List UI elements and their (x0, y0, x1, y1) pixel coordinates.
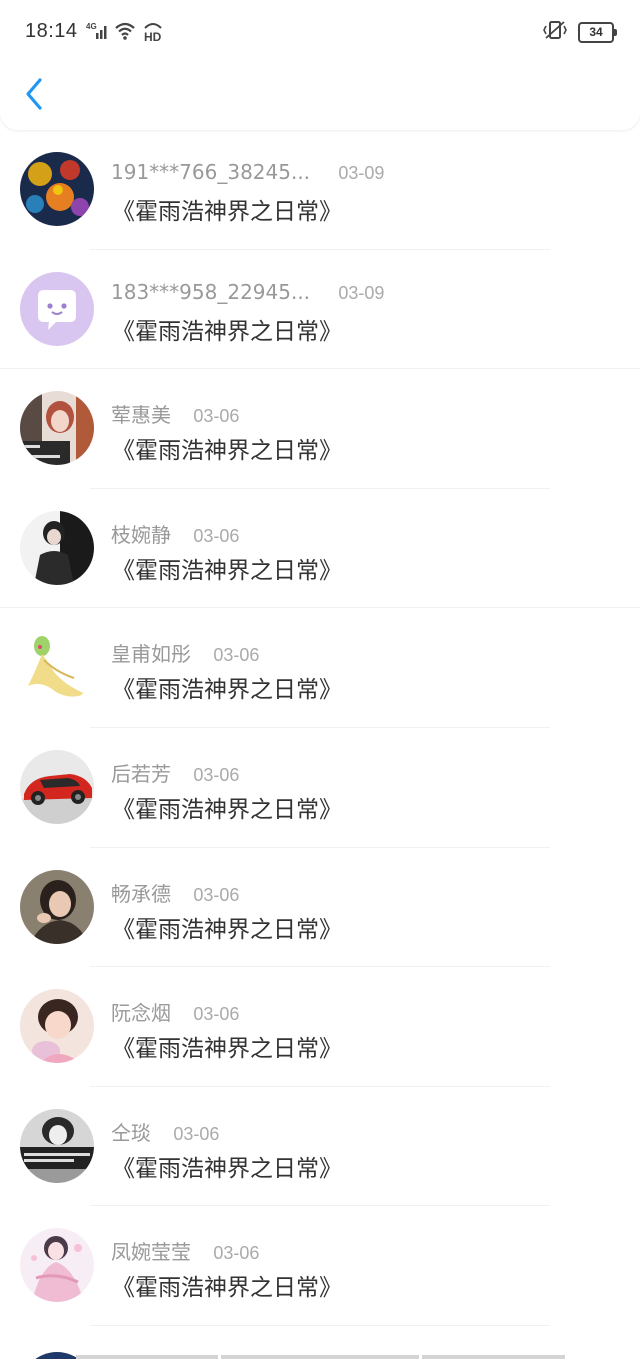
avatar[interactable] (20, 1108, 94, 1183)
avatar[interactable] (20, 391, 94, 466)
list-item[interactable]: 枝婉静 03-06 《霍雨浩神界之日常》 (0, 489, 640, 609)
user-name-line: 191***766_38245... 03-09 (111, 160, 384, 184)
user-name: 183***958_22945... (111, 279, 311, 304)
avatar[interactable] (20, 869, 94, 944)
comment-date: 03-06 (213, 645, 260, 666)
user-name-line: 荤惠美 03-06 (111, 399, 239, 428)
avatar[interactable] (20, 271, 94, 346)
list-item[interactable]: 凤婉莹莹 03-06 《霍雨浩神界之日常》 (0, 1206, 640, 1326)
book-title[interactable]: 《霍雨浩神界之日常》 (112, 670, 342, 704)
comment-date: 03-06 (193, 525, 240, 546)
user-name: 仝琰 (111, 1120, 151, 1145)
user-name-line: 皇甫如彤 03-06 (111, 638, 259, 667)
list-item[interactable]: 后若芳 03-06 《霍雨浩神界之日常》 (0, 728, 640, 848)
wifi-icon (114, 21, 136, 45)
avatar[interactable] (20, 630, 94, 705)
divider (90, 1324, 550, 1326)
avatar[interactable] (20, 152, 94, 226)
user-name: 荤惠美 (111, 403, 171, 428)
svg-text:4G: 4G (86, 22, 97, 31)
status-right-icons: 34 (542, 20, 617, 44)
next-item-peek (0, 1344, 640, 1363)
user-name-line: 183***958_22945... 03-09 (111, 280, 384, 304)
list-item[interactable]: 皇甫如彤 03-06 《霍雨浩神界之日常》 (0, 608, 640, 728)
status-left-icons: 4G HD (86, 20, 164, 46)
user-name-line: 阮念烟 03-06 (111, 997, 239, 1026)
comment-date: 03-09 (338, 163, 385, 183)
avatar[interactable] (20, 1228, 94, 1303)
user-name: 凤婉莹莹 (111, 1240, 191, 1265)
user-name-line: 枝婉静 03-06 (111, 519, 239, 548)
comment-date: 03-06 (213, 1243, 260, 1264)
chevron-left-icon (26, 78, 42, 110)
user-name-line: 凤婉莹莹 03-06 (111, 1236, 259, 1265)
user-name: 阮念烟 (111, 1001, 171, 1026)
user-name-line: 畅承德 03-06 (111, 878, 239, 907)
avatar[interactable] (20, 510, 94, 585)
book-title[interactable]: 《霍雨浩神界之日常》 (112, 910, 342, 944)
list-item[interactable]: 183***958_22945... 03-09 《霍雨浩神界之日常》 (0, 250, 640, 370)
hd-icon: HD (142, 20, 164, 46)
status-bar: 18:14 4G HD 34 (0, 0, 640, 64)
signal-icon: 4G (86, 21, 108, 45)
battery-icon: 34 (578, 21, 617, 43)
book-title[interactable]: 《霍雨浩神界之日常》 (112, 1029, 342, 1063)
top-bar: 18:14 4G HD 34 (0, 0, 640, 130)
book-title[interactable]: 《霍雨浩神界之日常》 (112, 1268, 342, 1302)
comment-date: 03-06 (173, 1123, 220, 1144)
user-name: 皇甫如彤 (111, 642, 191, 667)
vibrate-icon (542, 20, 568, 44)
book-title[interactable]: 《霍雨浩神界之日常》 (112, 312, 342, 346)
comment-date: 03-06 (193, 764, 240, 785)
list-item[interactable]: 荤惠美 03-06 《霍雨浩神界之日常》 (0, 369, 640, 489)
avatar[interactable] (20, 989, 94, 1064)
book-title[interactable]: 《霍雨浩神界之日常》 (112, 192, 342, 226)
book-title[interactable]: 《霍雨浩神界之日常》 (112, 431, 342, 465)
comment-date: 03-06 (193, 406, 240, 427)
back-button[interactable] (20, 74, 50, 114)
comment-date: 03-09 (338, 282, 385, 303)
user-name-line: 后若芳 03-06 (111, 758, 239, 787)
avatar[interactable] (20, 749, 94, 824)
user-name: 后若芳 (111, 761, 171, 786)
book-title[interactable]: 《霍雨浩神界之日常》 (112, 790, 342, 824)
user-name: 191***766_38245... (111, 160, 311, 184)
list-item[interactable]: 仝琰 03-06 《霍雨浩神界之日常》 (0, 1087, 640, 1207)
status-time: 18:14 (25, 20, 78, 42)
comment-list: 191***766_38245... 03-09 《霍雨浩神界之日常》 183*… (0, 130, 640, 1326)
comment-date: 03-06 (193, 1004, 240, 1025)
comment-date: 03-06 (193, 884, 240, 905)
svg-text:HD: HD (144, 30, 162, 42)
list-item[interactable]: 畅承德 03-06 《霍雨浩神界之日常》 (0, 848, 640, 968)
user-name: 畅承德 (111, 881, 171, 906)
book-title[interactable]: 《霍雨浩神界之日常》 (112, 551, 342, 585)
user-name: 枝婉静 (111, 522, 171, 547)
list-item[interactable]: 191***766_38245... 03-09 《霍雨浩神界之日常》 (0, 130, 640, 250)
list-item[interactable]: 阮念烟 03-06 《霍雨浩神界之日常》 (0, 967, 640, 1087)
user-name-line: 仝琰 03-06 (111, 1117, 219, 1146)
book-title[interactable]: 《霍雨浩神界之日常》 (112, 1149, 342, 1183)
